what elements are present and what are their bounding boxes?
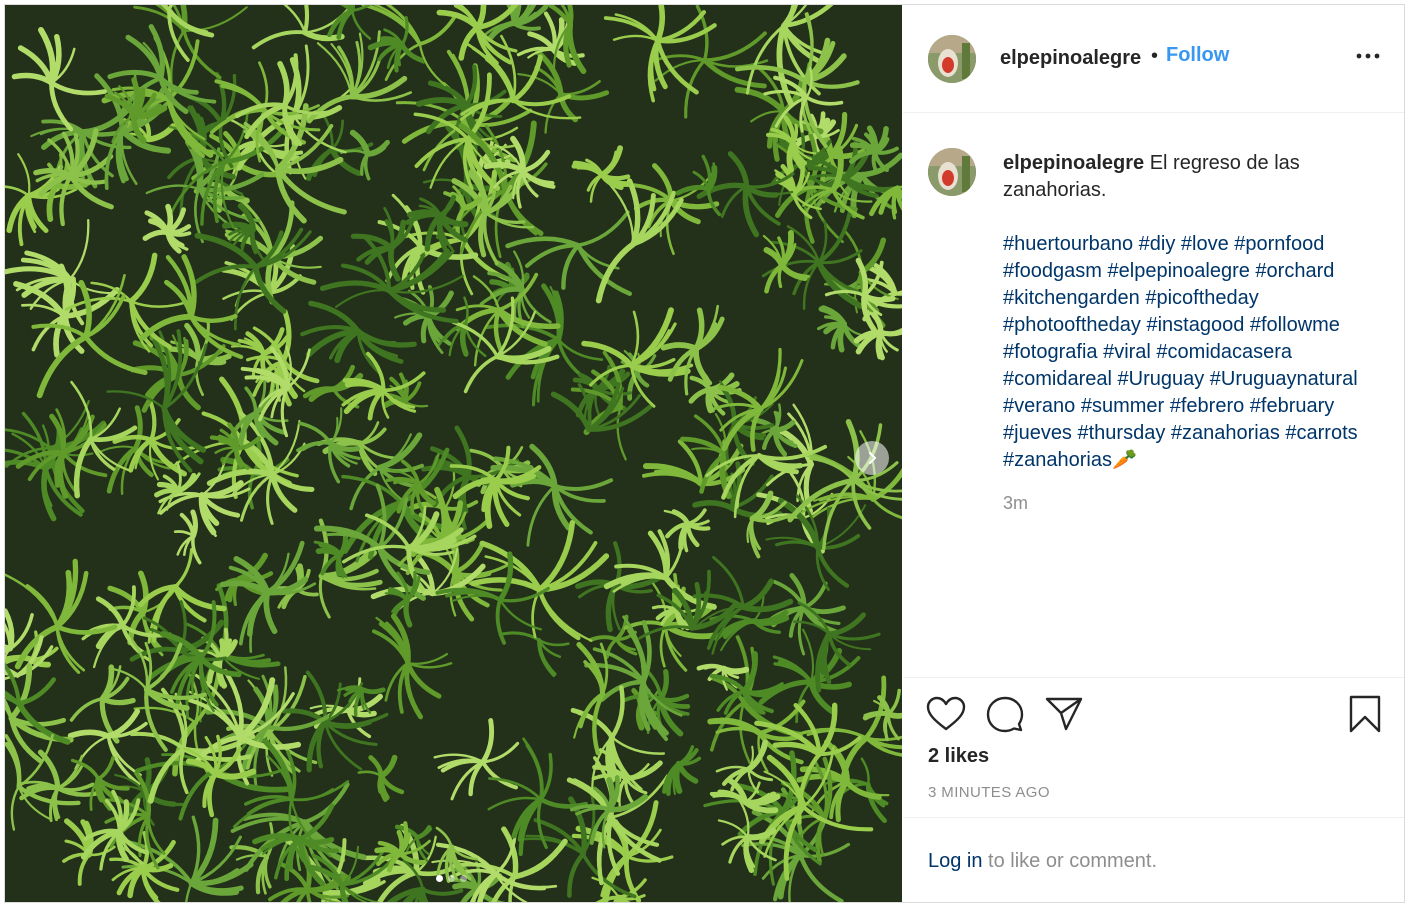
- hashtag-line[interactable]: #verano #summer #febrero #february: [1003, 393, 1383, 420]
- login-prompt: Log in to like or comment.: [928, 850, 1157, 873]
- follow-button[interactable]: Follow: [1166, 44, 1229, 67]
- hashtag-line[interactable]: #zanahorias🥕: [1003, 447, 1383, 474]
- post-header: elpepinoalegre • Follow: [903, 5, 1404, 113]
- avatar-image: [928, 148, 976, 196]
- bookmark-icon[interactable]: [1348, 695, 1382, 733]
- hashtag-line[interactable]: #foodgasm #elpepinoalegre #orchard: [1003, 258, 1383, 285]
- separator-dot: •: [1151, 45, 1159, 67]
- avatar[interactable]: [928, 35, 976, 83]
- paper-plane-icon[interactable]: [1045, 696, 1083, 732]
- more-horizontal-icon[interactable]: [1355, 49, 1381, 63]
- chevron-right-icon: [869, 452, 877, 464]
- post-photo[interactable]: [5, 5, 902, 902]
- hashtag-line[interactable]: #jueves #thursday #zanahorias #carrots: [1003, 420, 1383, 447]
- post-caption: elpepinoalegre El regreso de las zanahor…: [1003, 150, 1383, 474]
- caption-avatar[interactable]: [928, 148, 976, 196]
- carousel-dot: [436, 875, 443, 882]
- carousel-indicator: [436, 875, 467, 882]
- hashtag-line[interactable]: #kitchengarden #picoftheday: [1003, 285, 1383, 312]
- caption-time[interactable]: 3m: [1003, 493, 1028, 514]
- caption-username[interactable]: elpepinoalegre: [1003, 152, 1144, 174]
- hashtag-block: #huertourbano #diy #love #pornfood #food…: [1003, 231, 1383, 474]
- hashtag-line[interactable]: #photooftheday #instagood #followme: [1003, 312, 1383, 339]
- likes-count[interactable]: 2 likes: [928, 745, 989, 768]
- heart-icon[interactable]: [926, 696, 966, 732]
- hashtag-line[interactable]: #huertourbano #diy #love #pornfood: [1003, 231, 1383, 258]
- hashtag-line[interactable]: #comidareal #Uruguay #Uruguaynatural: [1003, 366, 1383, 393]
- carousel-dot: [460, 875, 467, 882]
- post-side-panel: elpepinoalegre • Follow elpepinoalegre E…: [903, 5, 1404, 902]
- post-username[interactable]: elpepinoalegre: [1000, 47, 1141, 70]
- login-prompt-text: to like or comment.: [982, 850, 1158, 872]
- comment-icon[interactable]: [986, 695, 1024, 733]
- login-link[interactable]: Log in: [928, 850, 983, 872]
- hashtag-line[interactable]: #fotografia #viral #comidacasera: [1003, 339, 1383, 366]
- carrot-foliage-image: [5, 5, 902, 902]
- avatar-image: [928, 35, 976, 83]
- post-timestamp: 3 MINUTES AGO: [928, 784, 1050, 801]
- carousel-next-button[interactable]: [855, 441, 889, 475]
- carousel-dot: [448, 875, 455, 882]
